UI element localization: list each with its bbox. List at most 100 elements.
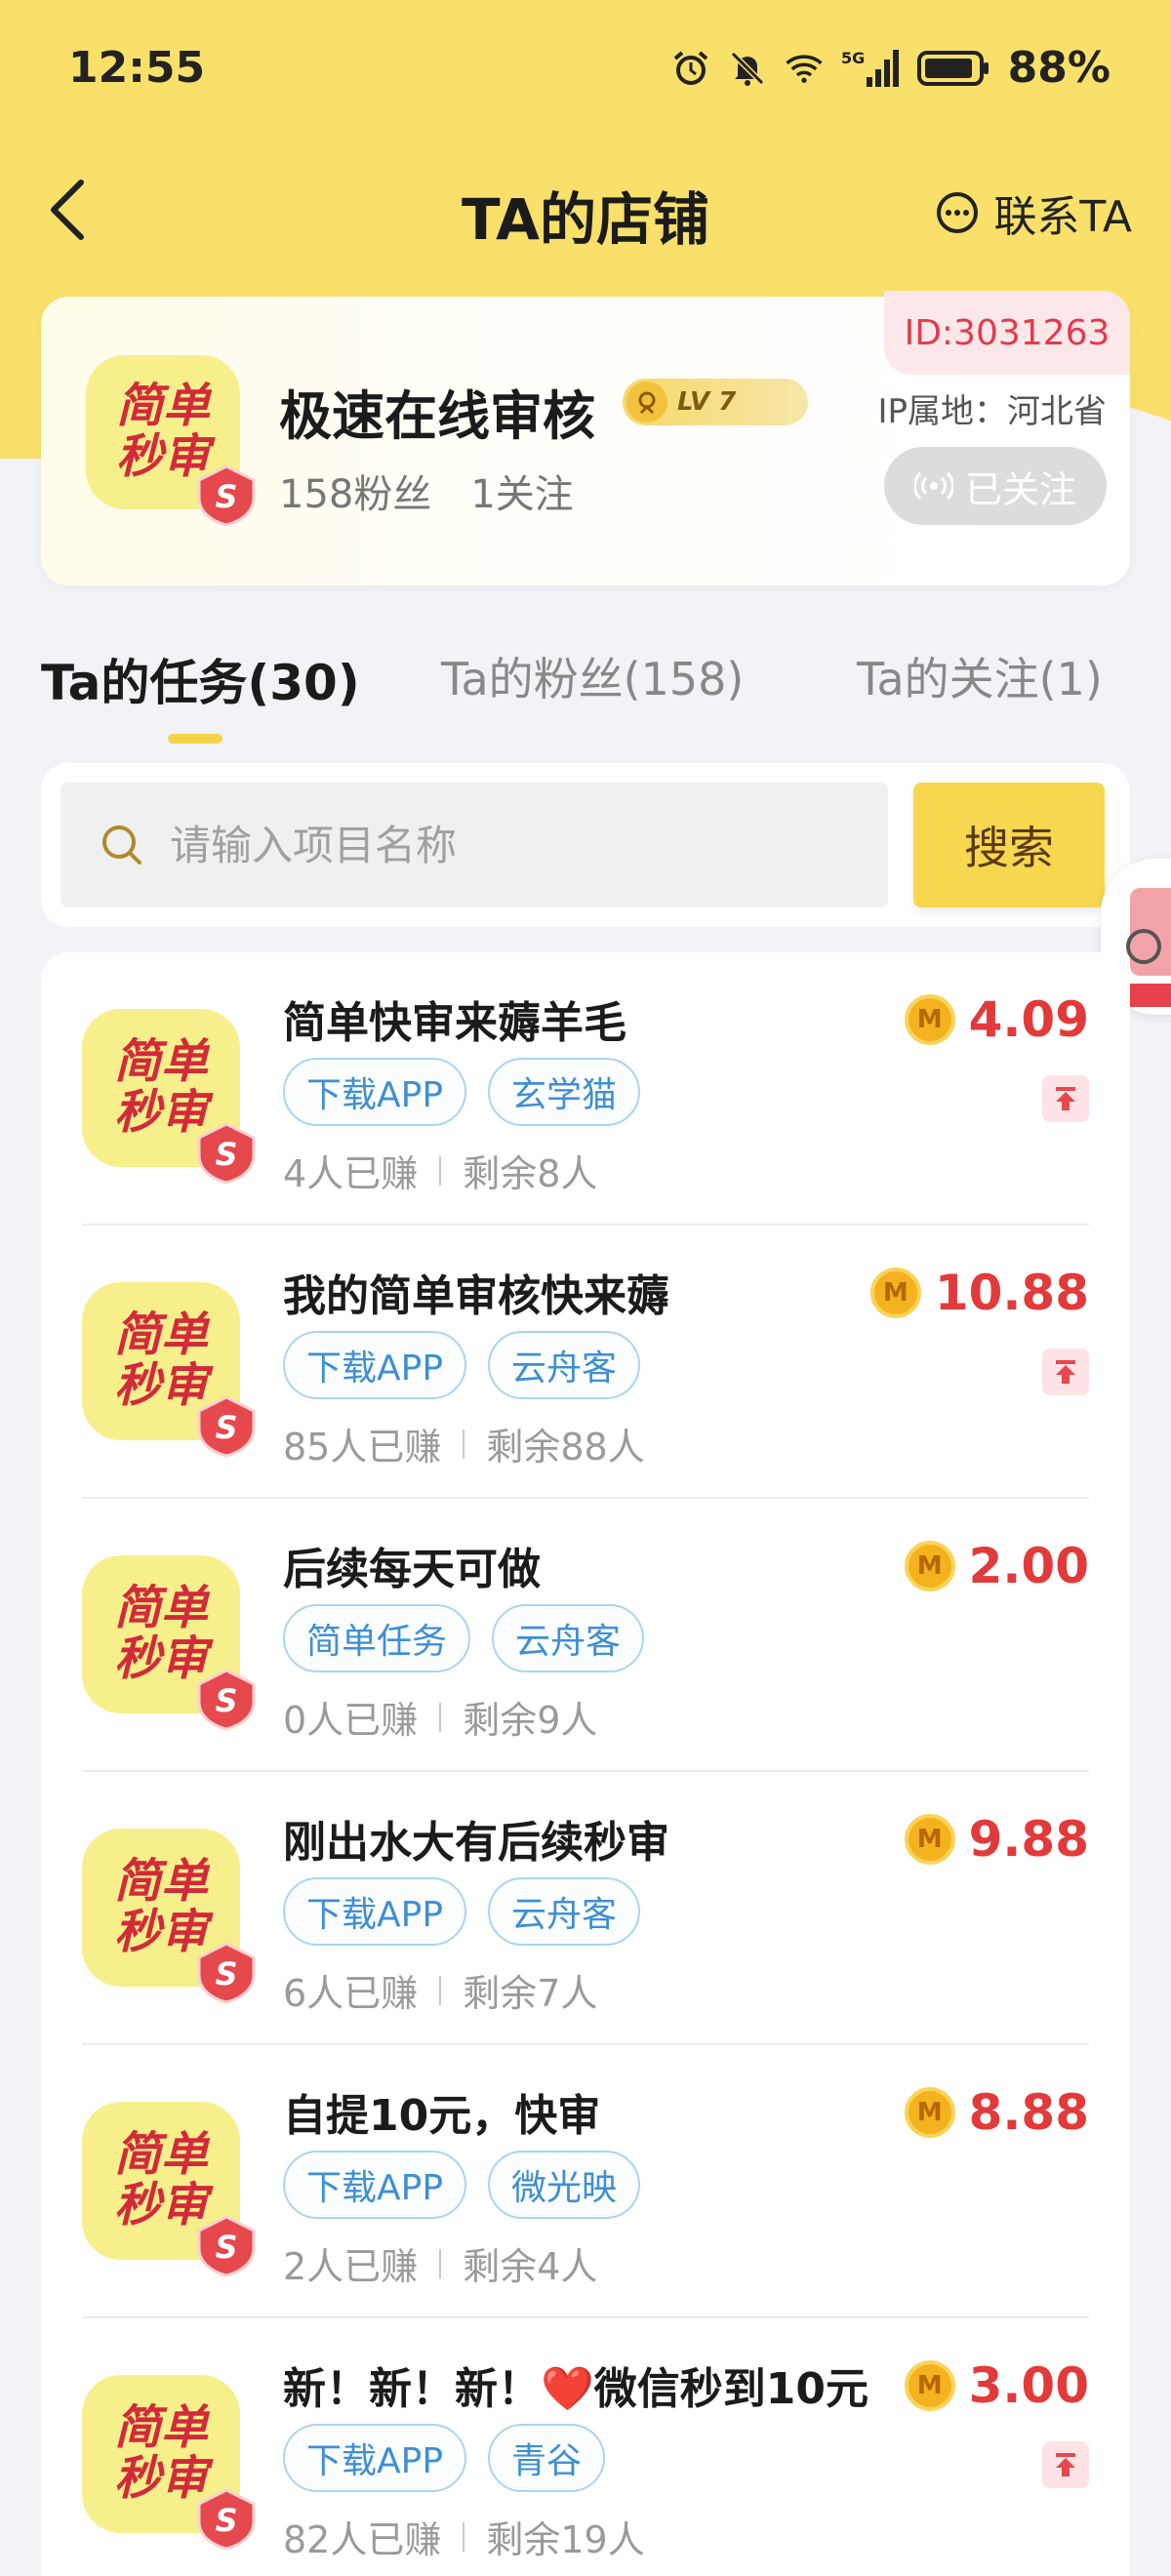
task-earned: 2人已赚 — [283, 2245, 419, 2288]
task-title: 刚出水大有后续秒审 — [283, 1818, 669, 1868]
task-tag: 微光映 — [488, 2151, 641, 2219]
task-item[interactable]: 简单 秒审 S 我的简单审核快来薅 下载APP 云舟客 85人已赚 剩余88人 M… — [41, 1226, 1130, 1499]
task-reward: M 9.88 — [904, 1811, 1089, 1868]
task-tags: 下载APP 云舟客 — [283, 1877, 641, 1946]
task-reward: M 3.00 — [904, 2357, 1089, 2414]
app-logo: 简单 秒审 S — [82, 1829, 256, 2004]
shop-info-card: 简单 秒审 S 极速在线审核 LV 7 158粉丝 1关注 ID:3031263… — [41, 291, 1130, 585]
shop-id: ID:3031263 — [884, 291, 1130, 375]
task-logo: 简单 秒审 S — [82, 1829, 256, 2004]
task-tag: 云舟客 — [492, 1604, 645, 1672]
shop-avatar[interactable]: 简单 秒审 S — [86, 355, 256, 527]
app-header: TA的店铺 联系TA — [0, 156, 1171, 263]
task-tags: 下载APP 青谷 — [283, 2424, 606, 2492]
task-tag: 云舟客 — [488, 1331, 641, 1399]
contact-label: 联系TA — [993, 192, 1132, 242]
task-remaining: 剩余88人 — [486, 1426, 645, 1469]
shield-badge-icon: S — [197, 1942, 256, 2004]
level-crown-icon — [626, 382, 667, 423]
divider — [463, 2521, 465, 2552]
task-stats: 6人已赚 剩余7人 — [283, 1963, 597, 2017]
shield-badge-icon: S — [197, 2488, 256, 2551]
task-logo: 简单 秒审 S — [82, 1555, 256, 1731]
divider — [439, 1702, 442, 1732]
coin-icon: M — [904, 2087, 955, 2138]
task-stats: 2人已赚 剩余4人 — [283, 2236, 597, 2290]
shop-stats: 158粉丝 1关注 — [279, 463, 574, 519]
contact-button[interactable]: 联系TA — [935, 181, 1132, 244]
task-tags: 下载APP 玄学猫 — [283, 1058, 641, 1126]
task-tag: 下载APP — [283, 2151, 467, 2219]
task-price: 3.00 — [968, 2357, 1089, 2414]
follow-button[interactable]: 已关注 — [884, 447, 1107, 525]
logo-text-line1: 简单 — [113, 1581, 208, 1636]
logo-text-line2: 秒审 — [113, 1905, 208, 1959]
logo-text-line1: 简单 — [113, 1034, 208, 1090]
logo-text-line2: 秒审 — [113, 1085, 208, 1140]
task-stats: 85人已赚 剩余88人 — [283, 1417, 645, 1470]
tab-tasks[interactable]: Ta的任务(30) — [41, 644, 360, 714]
divider — [439, 2248, 442, 2278]
status-bar: 12:55 5G 88% — [0, 0, 1171, 146]
alarm-icon — [670, 48, 711, 89]
task-tag: 简单任务 — [283, 1604, 471, 1672]
shield-badge-icon: S — [197, 2215, 256, 2277]
follow-label: 已关注 — [964, 467, 1076, 511]
task-price: 4.09 — [968, 991, 1089, 1048]
logo-text-line2: 秒审 — [113, 2451, 208, 2506]
pin-top-icon — [1042, 1075, 1089, 1122]
task-price: 2.00 — [968, 1538, 1089, 1594]
task-item[interactable]: 简单 秒审 S 自提10元，快审 下载APP 微光映 2人已赚 剩余4人 M 8.… — [41, 2045, 1130, 2318]
svg-text:S: S — [215, 1955, 237, 1992]
divider — [439, 1975, 442, 2005]
search-button[interactable]: 搜索 — [913, 783, 1105, 907]
pin-top-icon — [1042, 2441, 1089, 2488]
task-tags: 下载APP 微光映 — [283, 2151, 641, 2219]
search-icon — [102, 825, 141, 865]
task-logo: 简单 秒审 S — [82, 1009, 256, 1185]
task-tags: 下载APP 云舟客 — [283, 1331, 641, 1399]
task-tag: 下载APP — [283, 1058, 467, 1126]
logo-text-line1: 简单 — [113, 1308, 208, 1363]
task-logo: 简单 秒审 S — [82, 2102, 256, 2277]
svg-text:S: S — [215, 478, 237, 515]
task-earned: 6人已赚 — [283, 1972, 419, 2015]
task-reward: M 4.09 — [904, 991, 1089, 1048]
following-count[interactable]: 1关注 — [470, 463, 573, 519]
svg-text:S: S — [215, 2229, 237, 2266]
task-earned: 0人已赚 — [283, 1699, 419, 1742]
divider — [463, 1429, 465, 1459]
task-title: 新！新！新！❤️微信秒到10元 — [283, 2364, 869, 2414]
level-text: LV 7 — [677, 387, 737, 417]
tab-following[interactable]: Ta的关注(1) — [857, 644, 1103, 708]
fans-count[interactable]: 158粉丝 — [279, 463, 431, 519]
task-item[interactable]: 简单 秒审 S 刚出水大有后续秒审 下载APP 云舟客 6人已赚 剩余7人 M 9… — [41, 1772, 1130, 2045]
svg-text:S: S — [215, 2502, 237, 2539]
task-item[interactable]: 简单 秒审 S 简单快审来薅羊毛 下载APP 玄学猫 4人已赚 剩余8人 M 4.… — [41, 952, 1130, 1226]
logo-text-line2: 秒审 — [113, 2178, 208, 2233]
app-logo: 简单 秒审 S — [82, 1282, 256, 1458]
task-title: 简单快审来薅羊毛 — [283, 998, 626, 1048]
app-logo: 简单 秒审 S — [82, 2375, 256, 2551]
task-reward: M 2.00 — [904, 1538, 1089, 1594]
task-logo: 简单 秒审 S — [82, 1282, 256, 1458]
svg-text:S: S — [215, 1682, 237, 1719]
app-logo: 简单 秒审 S — [86, 355, 256, 527]
search-box — [61, 783, 888, 907]
task-price: 8.88 — [968, 2084, 1089, 2141]
search-input[interactable] — [170, 821, 833, 869]
battery-icon — [916, 48, 992, 89]
task-earned: 85人已赚 — [283, 1426, 442, 1469]
coin-icon: M — [904, 1814, 955, 1865]
task-tag: 下载APP — [283, 2424, 467, 2492]
task-earned: 82人已赚 — [283, 2518, 442, 2561]
app-logo: 简单 秒审 S — [82, 2102, 256, 2277]
shield-badge-icon: S — [197, 1395, 256, 1458]
svg-text:5G: 5G — [841, 49, 865, 67]
tab-fans[interactable]: Ta的粉丝(158) — [441, 644, 744, 708]
task-remaining: 剩余9人 — [463, 1699, 598, 1742]
task-item[interactable]: 简单 秒审 S 新！新！新！❤️微信秒到10元 下载APP 青谷 82人已赚 剩余… — [41, 2318, 1130, 2576]
task-tag: 玄学猫 — [488, 1058, 641, 1126]
task-item[interactable]: 简单 秒审 S 后续每天可做 简单任务 云舟客 0人已赚 剩余9人 M 2.00 — [41, 1499, 1130, 1772]
status-time: 12:55 — [68, 43, 206, 93]
